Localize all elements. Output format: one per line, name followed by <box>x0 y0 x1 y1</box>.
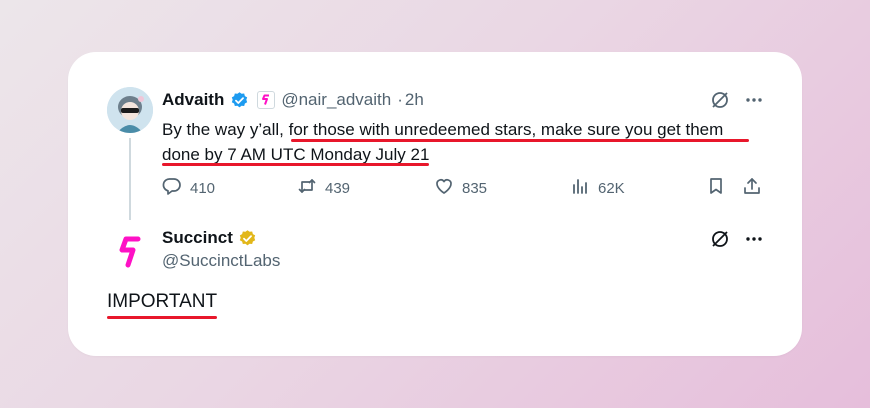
repost-count: 439 <box>325 179 351 197</box>
repost-icon <box>297 176 317 200</box>
tweet-top-actions <box>710 90 764 115</box>
author-name[interactable]: Advaith <box>162 90 224 110</box>
verified-gold-icon <box>238 229 257 248</box>
like-button[interactable]: 835 <box>434 176 487 200</box>
separator: · <box>397 90 403 109</box>
quoted-top-actions <box>710 229 764 254</box>
quoted-author-handle[interactable]: @SuccinctLabs <box>162 251 280 271</box>
like-count: 835 <box>462 179 488 197</box>
succinct-avatar[interactable] <box>107 229 153 275</box>
views-button[interactable]: 62K <box>570 176 625 200</box>
red-underline <box>291 139 749 142</box>
verified-blue-icon <box>230 91 249 110</box>
quoted-header: Succinct <box>162 228 257 248</box>
grok-icon[interactable] <box>710 90 730 115</box>
tweet-text-part1: By the way y’all, <box>162 120 289 139</box>
thread-line <box>129 138 131 220</box>
share-icon <box>742 176 762 200</box>
reply-count: 410 <box>190 179 216 197</box>
tweet-text-highlight: for those with unredeemed stars, make su… <box>288 120 724 139</box>
tweet-text: By the way y’all, for those with unredee… <box>162 117 762 167</box>
more-icon[interactable] <box>744 229 764 254</box>
like-icon <box>434 176 454 200</box>
red-underline <box>107 316 217 319</box>
tweet-header: Advaith @nair_advaith · 2h <box>162 89 424 111</box>
tweet-actions: 410 439 835 62K <box>162 176 762 200</box>
red-underline <box>162 163 429 166</box>
views-icon <box>570 176 590 200</box>
bookmark-icon <box>706 176 726 200</box>
succinct-logo-icon[interactable] <box>257 91 276 109</box>
grok-icon[interactable] <box>710 229 730 254</box>
bookmark-button[interactable] <box>706 176 726 200</box>
reply-button[interactable]: 410 <box>162 176 215 200</box>
reply-icon <box>162 176 182 200</box>
views-count: 62K <box>598 179 625 197</box>
more-icon[interactable] <box>744 90 764 115</box>
timestamp[interactable]: 2h <box>405 90 424 110</box>
repost-button[interactable]: 439 <box>297 176 350 200</box>
quoted-text: IMPORTANT <box>107 291 218 312</box>
share-button[interactable] <box>742 176 762 200</box>
author-handle[interactable]: @nair_advaith <box>281 90 391 110</box>
avatar[interactable] <box>107 87 153 133</box>
quoted-author-name[interactable]: Succinct <box>162 228 233 248</box>
